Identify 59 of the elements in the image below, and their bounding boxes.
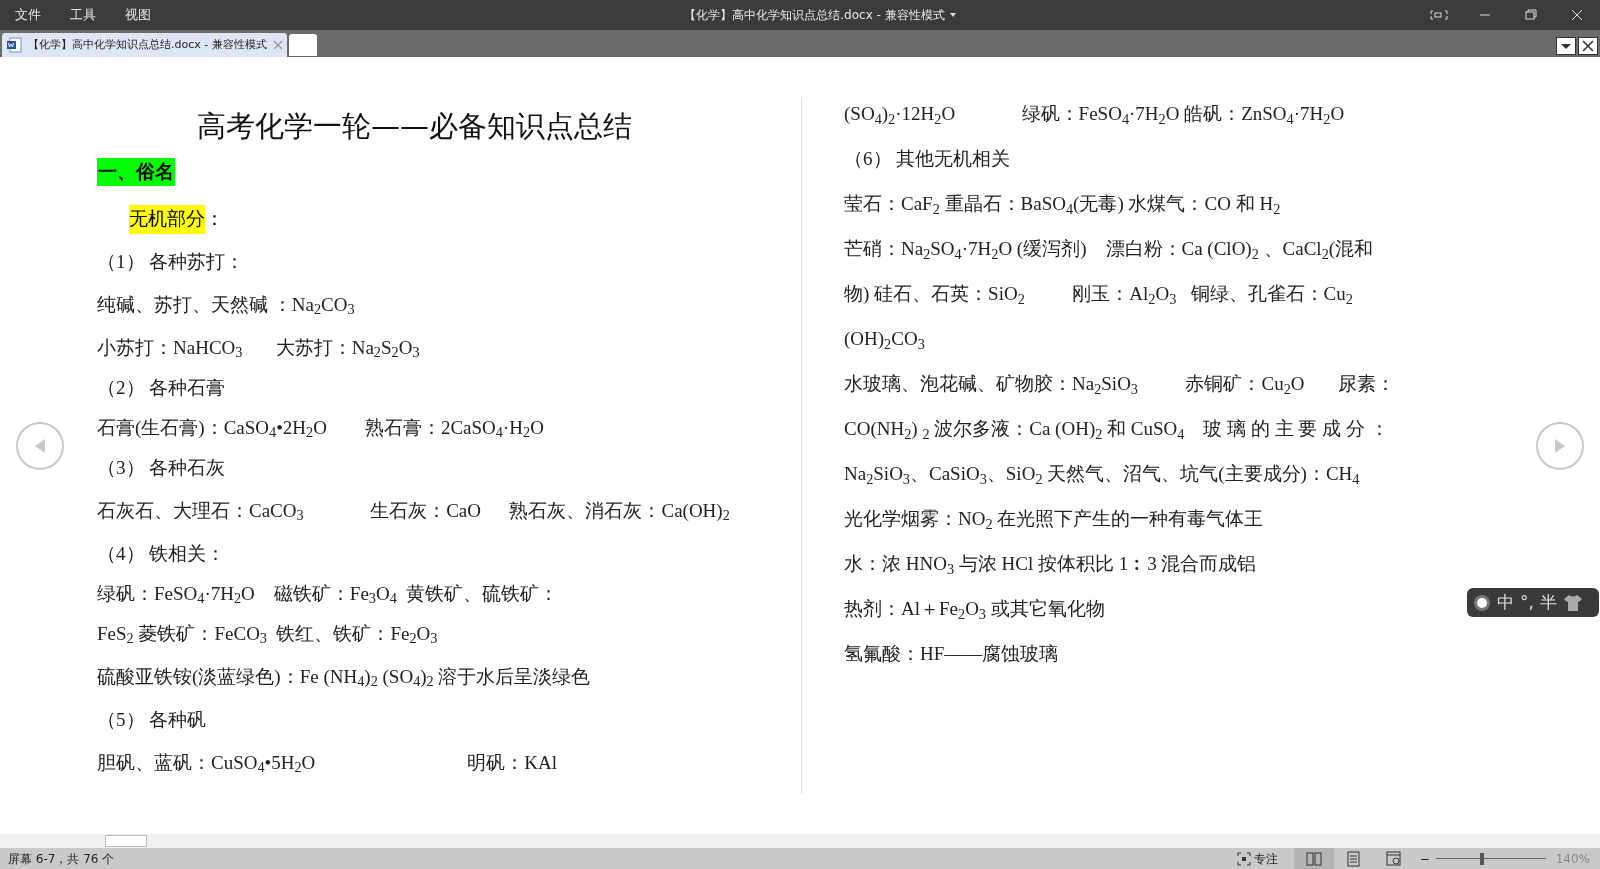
ime-toggle-icon[interactable]	[1473, 593, 1491, 612]
paragraph-text: 莹石：CaF$_{2}$ 重晶石：BaSO$_{4}$(无毒) 水煤气：CO 和 H$_{2}$	[844, 192, 1281, 219]
paragraph-text: 水玻璃、泡花碱、矿物胶：Na$_{2}$SiO$_{3}$ 赤铜矿：Cu$_{2}$O 尿素：	[844, 372, 1395, 399]
read-view-button[interactable]	[1293, 848, 1334, 869]
focus-button[interactable]: 专注	[1230, 849, 1284, 868]
ime-width-text: 半	[1539, 590, 1557, 614]
paragraph-text: 石膏(生石膏)：CaSO$_{4}$•2H$_{2}$O 熟石膏：2CaSO$_{4}$·H$_{2}$O	[97, 415, 544, 443]
paragraph-text: （1） 各种苏打：	[97, 249, 245, 274]
paragraph-text: 水：浓 HNO$_{3}$ 与浓 HCl 按体积比 1︰3 混合而成铝	[844, 552, 1257, 579]
paragraph-text: 石灰石、大理石：CaCO$_{3}$ 生石灰：CaO 熟石灰、消石灰：Ca(OH)$_{2}$	[97, 498, 730, 526]
subsection-heading: 无机部分	[129, 205, 205, 234]
shirt-icon[interactable]	[1562, 593, 1583, 612]
ime-mode-text: 中	[1497, 590, 1514, 614]
left-triangle-icon	[33, 437, 47, 454]
paragraph-text: FeS$_{2}$ 菱铁矿：FeCO$_{3}$ 铁红、铁矿：Fe$_{2}$O$_{3}$	[97, 621, 438, 649]
paragraph-text: （6） 其他无机相关	[844, 147, 1011, 172]
paragraph-text: （4） 铁相关：	[97, 541, 226, 566]
menu-item[interactable]: 文件	[1, 5, 55, 25]
paragraph-text: 热剂：Al＋Fe$_{2}$O$_{3}$ 或其它氧化物	[844, 597, 1105, 624]
dropdown-icon[interactable]	[1556, 37, 1576, 55]
slider-thumb[interactable]	[1480, 852, 1485, 865]
paragraph-text: (SO$_{4}$)$_{2}$·12H$_{2}$O 绿矾：FeSO$_{4}$·7H$_{2}$O 皓矾：ZnSO$_{4}$·7H$_{2}$O	[844, 102, 1345, 129]
colon-text: ：	[205, 207, 224, 232]
input-method-bar[interactable]: 中 °, 半	[1467, 588, 1599, 617]
focus-icon	[1236, 851, 1251, 866]
paragraph-text: CO(NH$_{2}$) $_{2}$ 波尔多液：Ca (OH)$_{2}$ 和 CuSO$_{4}$ 玻 璃 的 主 要 成 分 ：	[844, 417, 1389, 444]
document-tab[interactable]: 【化学】高中化学知识点总结.docx - 兼容性模式	[2, 33, 287, 57]
word-document-icon	[6, 37, 22, 53]
section-heading: 一、俗名	[97, 157, 175, 187]
paragraph-text: Na$_{2}$SiO$_{3}$、CaSiO$_{3}$、SiO$_{2}$ 天然气、沼气、坑气(主要成分)：CH$_{4}$	[844, 462, 1360, 489]
zoom-out-text[interactable]: −	[1413, 849, 1436, 868]
scrollbar-thumb[interactable]	[105, 835, 147, 847]
right-triangle-icon	[1553, 437, 1567, 454]
paragraph-text: （5） 各种矾	[97, 707, 207, 732]
zoom-level-text: 140%	[1554, 850, 1591, 868]
close-icon[interactable]	[1578, 37, 1598, 55]
page-count-text: 屏幕 6-7，共 76 个	[7, 850, 115, 868]
paragraph-text: 氢氟酸：HF——腐蚀玻璃	[844, 642, 1059, 667]
paragraph-text: 硫酸亚铁铵(淡蓝绿色)：Fe (NH$_{4}$)$_{2}$ (SO$_{4}$)$_{2}$ 溶于水后呈淡绿色	[97, 664, 591, 692]
menu-item[interactable]: 视图	[111, 5, 165, 25]
paragraph-text: 绿矾：FeSO$_{4}$·7H$_{2}$O 磁铁矿：Fe$_{3}$O$_{4}$ 黄铁矿、硫铁矿：	[97, 581, 559, 609]
paragraph-text: (OH)$_{2}$CO$_{3}$	[844, 327, 925, 354]
paragraph-text: 小苏打：NaHCO$_{3}$ 大苏打：Na$_{2}$S$_{2}$O$_{3}$	[97, 335, 420, 363]
paragraph-text: （3） 各种石灰	[97, 455, 226, 480]
window-title: 【化学】高中化学知识点总结.docx - 兼容性模式	[684, 7, 945, 24]
paragraph-text: （2） 各种石膏	[97, 375, 226, 400]
new-tab-button[interactable]	[288, 34, 317, 56]
ime-punct-text: °,	[1520, 590, 1534, 614]
document-title: 高考化学一轮——必备知识点总结	[197, 108, 632, 146]
paragraph-text: 纯碱、苏打、天然碱 ：Na$_{2}$CO$_{3}$	[97, 292, 355, 320]
zoom-slider[interactable]	[1435, 852, 1546, 865]
caret-icon[interactable]	[948, 12, 957, 18]
paragraph-text: 光化学烟雾：NO$_{2}$ 在光照下产生的一种有毒气体王	[844, 507, 1264, 534]
book-icon	[1305, 851, 1322, 866]
close-tab-icon[interactable]	[272, 40, 283, 50]
paragraph-text: 物) 硅石、石英：SiO$_{2}$ 刚玉：Al$_{2}$O$_{3}$ 铜绿、孔雀石：Cu$_{2}$	[844, 282, 1353, 309]
menu-item[interactable]: 工具	[56, 5, 110, 25]
paragraph-text: 胆矾、蓝矾：CuSO$_{4}$•5H$_{2}$O 明矾：KAl	[97, 750, 558, 778]
paragraph-text: 芒硝：Na$_{2}$SO$_{4}$·7H$_{2}$O (缓泻剂) 漂白粉：Ca (ClO)$_{2}$ 、CaCl$_{2}$(混和	[844, 237, 1374, 264]
